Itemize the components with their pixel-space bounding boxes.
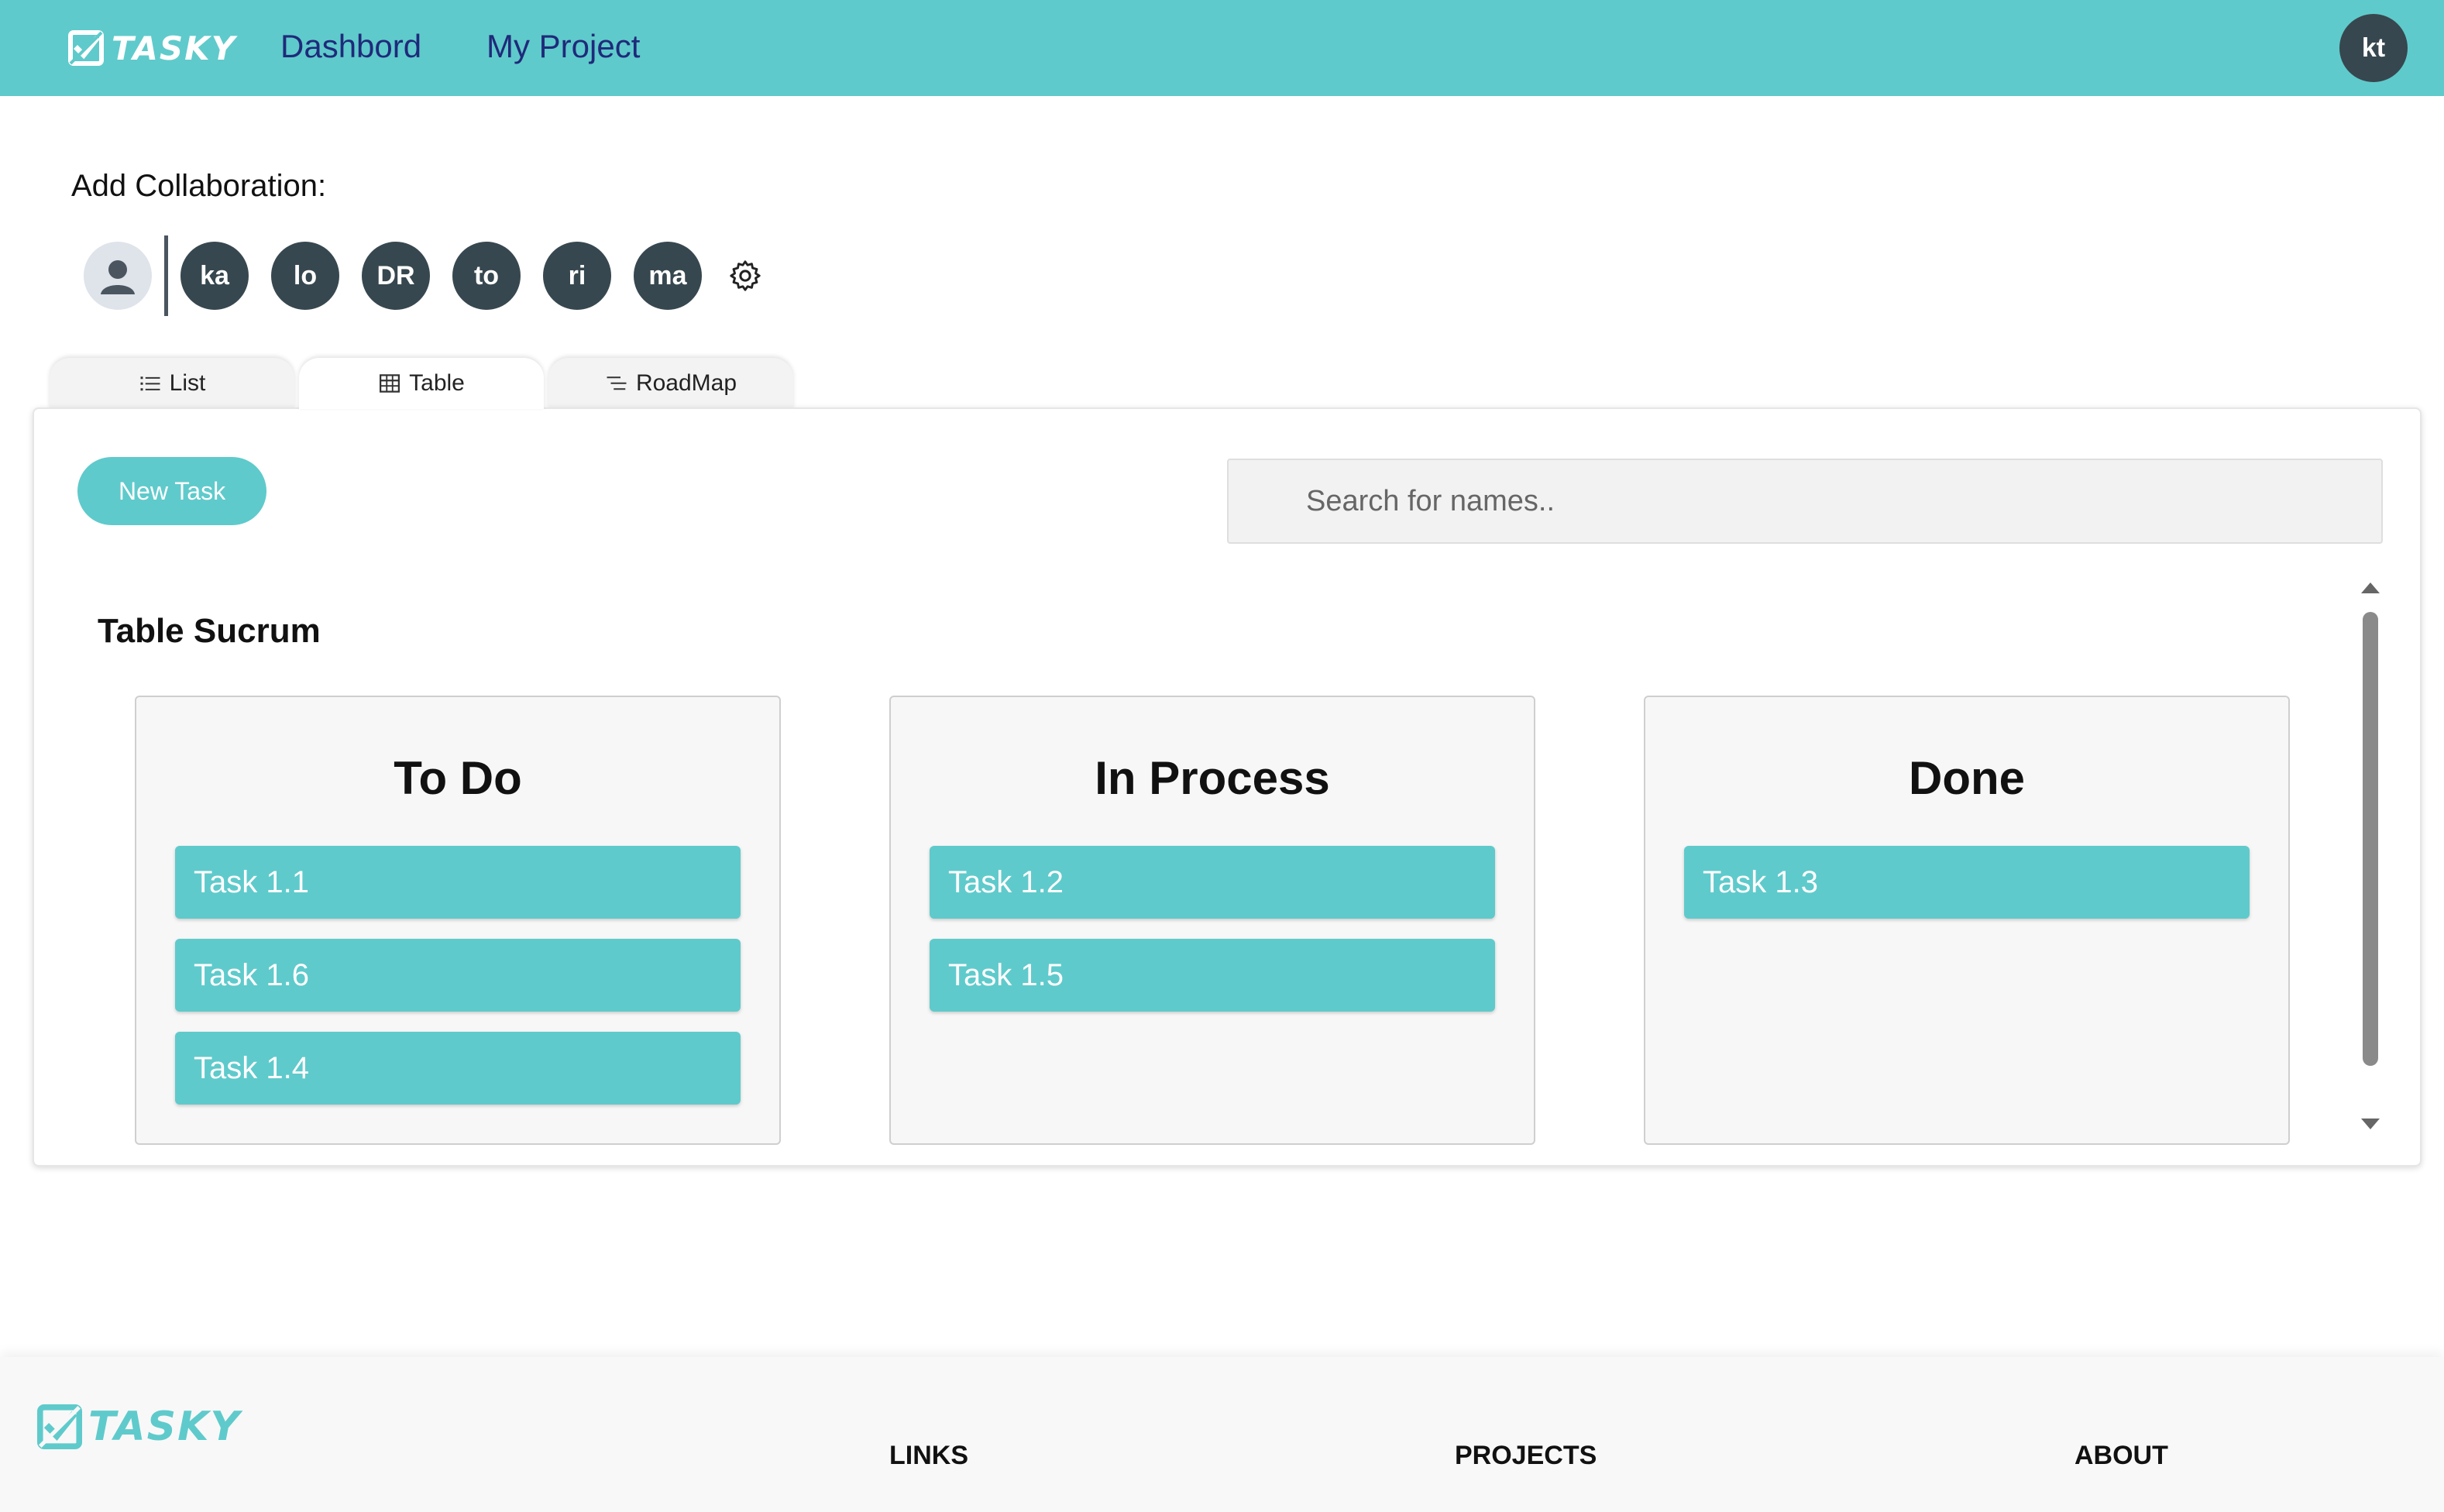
nav-dashboard-link[interactable]: Dashbord [280,25,421,68]
collaborator-avatar[interactable]: to [452,242,521,310]
collaborator-avatar[interactable]: ka [180,242,249,310]
task-card[interactable]: Task 1.6 [175,939,741,1012]
roadmap-icon [607,376,627,390]
task-card[interactable]: Task 1.5 [930,939,1495,1012]
scroll-down-arrow-icon[interactable] [2361,1119,2380,1129]
brand-logo[interactable]: TASKY [68,28,236,68]
board-panel: New Task Table Sucrum To Do Task 1.1 Tas… [33,407,2422,1167]
footer-links-link[interactable]: LINKS [889,1441,968,1471]
footer-brand-logo[interactable]: TASKY [37,1404,241,1450]
tab-table[interactable]: Table [299,358,544,409]
tab-list[interactable]: List [50,358,294,409]
tab-list-label: List [169,370,206,396]
user-avatar[interactable]: kt [2339,14,2408,82]
top-navbar: TASKY Dashbord My Project kt [0,0,2444,96]
task-card[interactable]: Task 1.2 [930,846,1495,919]
collaborator-avatar[interactable]: DR [362,242,430,310]
scrollbar-thumb[interactable] [2363,612,2378,1066]
list-icon [140,376,160,391]
scroll-up-arrow-icon[interactable] [2361,582,2380,593]
user-placeholder-icon [101,260,135,294]
column-done: Done Task 1.3 [1644,696,2290,1145]
table-icon [380,374,400,393]
nav-my-project-link[interactable]: My Project [486,25,640,68]
add-collaborator-button[interactable] [84,242,152,310]
board-title: Table Sucrum [98,612,321,650]
collaborator-avatar[interactable]: ma [634,242,702,310]
footer-about-link[interactable]: ABOUT [2074,1441,2168,1471]
collaborator-avatar[interactable]: ri [543,242,611,310]
tab-roadmap[interactable]: RoadMap [548,358,793,409]
collaborator-avatar[interactable]: lo [271,242,339,310]
tasky-logo-icon [37,1404,82,1449]
tab-roadmap-label: RoadMap [635,370,737,396]
add-collaboration-label: Add Collaboration: [71,169,327,203]
tab-table-label: Table [409,370,465,396]
column-title: In Process [1095,752,1330,804]
footer-brand-name: TASKY [88,1404,242,1450]
collaborator-divider [164,235,168,316]
new-task-button[interactable]: New Task [77,457,266,525]
gear-icon[interactable] [727,258,763,294]
tasky-logo-icon [68,30,104,66]
page-footer: TASKY LINKS PROJECTS ABOUT [0,1357,2444,1512]
search-input[interactable] [1227,459,2383,544]
column-title: To Do [394,752,522,804]
column-to-do: To Do Task 1.1 Task 1.6 Task 1.4 [135,696,781,1145]
task-card[interactable]: Task 1.3 [1684,846,2250,919]
brand-name: TASKY [112,29,237,67]
collaborator-list: ka lo DR to ri ma [84,235,763,316]
footer-projects-link[interactable]: PROJECTS [1455,1441,1597,1471]
task-card[interactable]: Task 1.4 [175,1032,741,1105]
column-title: Done [1909,752,2025,804]
task-card[interactable]: Task 1.1 [175,846,741,919]
column-in-process: In Process Task 1.2 Task 1.5 [889,696,1535,1145]
